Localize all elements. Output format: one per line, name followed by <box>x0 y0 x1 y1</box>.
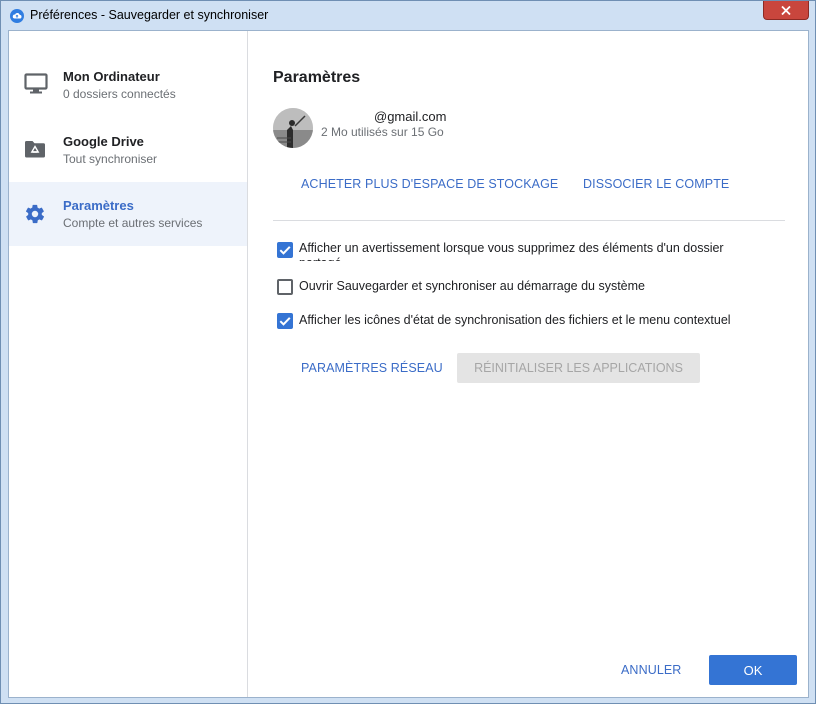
option-label: Ouvrir Sauvegarder et synchroniser au dé… <box>299 279 645 293</box>
option-sync-status-icons: Afficher les icônes d'état de synchronis… <box>277 313 787 333</box>
checkbox-warn-shared-delete[interactable] <box>277 242 293 258</box>
avatar-photo-icon <box>273 108 313 148</box>
disconnect-account-button[interactable]: DISSOCIER LE COMPTE <box>583 177 729 191</box>
option-label: Afficher les icônes d'état de synchronis… <box>299 313 731 327</box>
option-open-at-startup: Ouvrir Sauvegarder et synchroniser au dé… <box>277 279 787 299</box>
storage-usage: 2 Mo utilisés sur 15 Go <box>321 125 444 139</box>
sidebar-item-subtitle: 0 dossiers connectés <box>63 87 176 101</box>
sidebar-item-subtitle: Tout synchroniser <box>63 152 158 166</box>
checkmark-icon <box>279 317 291 326</box>
close-button[interactable] <box>763 1 809 20</box>
divider <box>273 220 785 221</box>
sidebar-item-title: Google Drive <box>63 134 144 149</box>
sidebar-item-subtitle: Compte et autres services <box>63 216 203 230</box>
gear-icon <box>25 204 45 224</box>
option-label: Afficher un avertissement lorsque vous s… <box>299 241 724 261</box>
reset-applications-button[interactable]: RÉINITIALISER LES APPLICATIONS <box>457 353 700 383</box>
buy-storage-button[interactable]: ACHETER PLUS D'ESPACE DE STOCKAGE <box>301 177 558 191</box>
page-title: Paramètres <box>273 69 361 86</box>
monitor-icon <box>24 73 48 94</box>
checkmark-icon <box>279 246 291 255</box>
dialog-body: Mon Ordinateur 0 dossiers connectés Goog… <box>8 30 809 698</box>
drive-folder-icon <box>25 141 45 158</box>
settings-panel: Paramètres @gmail.com 2 Mo utilisés sur … <box>248 31 808 697</box>
sidebar: Mon Ordinateur 0 dossiers connectés Goog… <box>9 31 248 697</box>
sidebar-item-title: Mon Ordinateur <box>63 69 160 84</box>
sidebar-item-title: Paramètres <box>63 198 134 213</box>
close-icon <box>781 5 791 15</box>
option-warn-shared-delete: Afficher un avertissement lorsque vous s… <box>277 241 787 266</box>
ok-button[interactable]: OK <box>709 655 797 685</box>
sidebar-item-google-drive[interactable]: Google Drive Tout synchroniser <box>9 118 247 182</box>
checkbox-open-at-startup[interactable] <box>277 279 293 295</box>
sidebar-item-parametres[interactable]: Paramètres Compte et autres services <box>9 182 247 246</box>
avatar <box>273 108 313 148</box>
checkbox-sync-status-icons[interactable] <box>277 313 293 329</box>
account-email: @gmail.com <box>374 109 447 124</box>
sidebar-item-mon-ordinateur[interactable]: Mon Ordinateur 0 dossiers connectés <box>9 53 247 117</box>
preferences-window: Préférences - Sauvegarder et synchronise… <box>0 0 816 704</box>
window-title: Préférences - Sauvegarder et synchronise… <box>30 8 269 22</box>
network-settings-button[interactable]: PARAMÈTRES RÉSEAU <box>301 361 443 375</box>
title-bar[interactable]: Préférences - Sauvegarder et synchronise… <box>1 1 815 30</box>
cancel-button[interactable]: ANNULER <box>621 663 681 677</box>
backup-sync-cloud-icon <box>10 9 24 23</box>
